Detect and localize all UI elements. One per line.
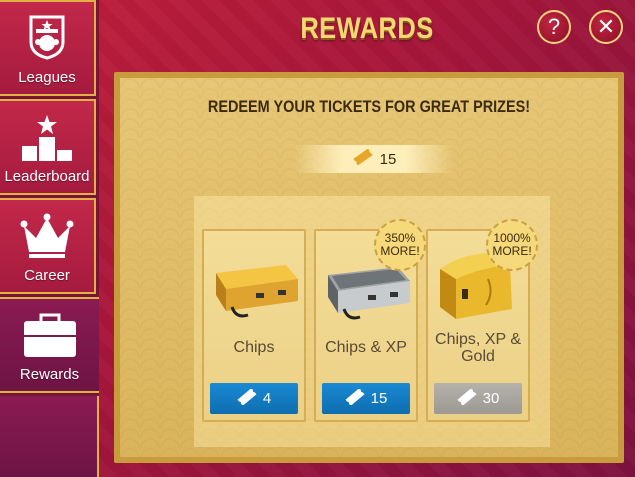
- close-button[interactable]: ✕: [589, 10, 623, 44]
- sidebar-item-rewards[interactable]: Rewards: [0, 297, 99, 393]
- ticket-balance: 15: [294, 145, 454, 173]
- rewards-panel-inner: REDEEM YOUR TICKETS FOR GREAT PRIZES! 15: [120, 78, 618, 457]
- sidebar-item-label: Rewards: [19, 366, 80, 383]
- help-button[interactable]: ?: [537, 10, 571, 44]
- help-icon: ?: [547, 14, 561, 39]
- ticket-icon: [457, 387, 477, 409]
- gold-briefcase-icon: [206, 255, 302, 330]
- sidebar-filler: [0, 396, 99, 477]
- sidebar-item-leaderboard[interactable]: Leaderboard: [0, 99, 96, 195]
- ticket-icon: [237, 387, 257, 409]
- crown-icon: [20, 212, 74, 263]
- redeem-button-chips-xp[interactable]: 15: [322, 383, 410, 414]
- page-title: REWARDS: [300, 12, 434, 45]
- sidebar-item-label: Leagues: [18, 69, 76, 86]
- panel-heading: REDEEM YOUR TICKETS FOR GREAT PRIZES!: [207, 97, 531, 116]
- reward-cost: 4: [262, 390, 272, 407]
- redeem-button-chips-xp-gold[interactable]: 30: [434, 383, 522, 414]
- reward-card-chips-xp[interactable]: 350% MORE! Chips & XP 15: [314, 219, 426, 422]
- podium-icon: [19, 113, 75, 168]
- ticket-count-value: 15: [379, 150, 397, 168]
- sidebar-item-leagues[interactable]: Leagues: [0, 0, 96, 96]
- close-icon: ✕: [596, 14, 616, 39]
- redeem-button-chips[interactable]: 4: [210, 383, 298, 414]
- reward-label: Chips: [233, 339, 275, 356]
- bonus-badge: 350% MORE!: [374, 219, 426, 271]
- league-crest-icon: [24, 14, 70, 65]
- bonus-badge-more: MORE!: [380, 244, 420, 258]
- sidebar-item-label: Leaderboard: [4, 168, 90, 185]
- ticket-icon: [345, 387, 365, 409]
- sidebar-item-label: Career: [24, 267, 70, 284]
- reward-cost: 15: [370, 390, 388, 407]
- reward-card-chips[interactable]: Chips 4: [202, 229, 306, 422]
- reward-cost: 30: [482, 390, 500, 407]
- sidebar: Leagues Leaderboard Career Rewards: [0, 0, 99, 477]
- reward-label: Chips & XP: [325, 339, 407, 356]
- reward-label: Chips, XP & Gold: [435, 331, 521, 365]
- sidebar-item-career[interactable]: Career: [0, 198, 96, 294]
- bonus-badge: 1000% MORE!: [486, 219, 538, 271]
- ticket-icon: [352, 148, 374, 169]
- reward-card-chips-xp-gold[interactable]: 1000% MORE! Chips, XP & Gold 30: [426, 219, 538, 422]
- bonus-badge-more: MORE!: [492, 244, 532, 258]
- briefcase-icon: [21, 311, 79, 366]
- rewards-panel: REDEEM YOUR TICKETS FOR GREAT PRIZES! 15: [114, 72, 624, 463]
